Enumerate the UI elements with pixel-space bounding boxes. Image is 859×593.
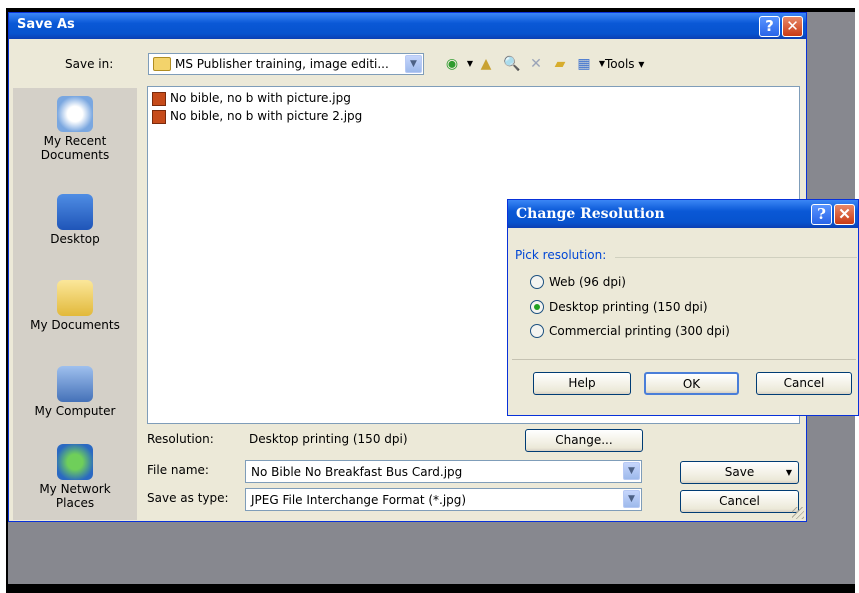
jpg-file-icon xyxy=(152,92,166,106)
folder-icon xyxy=(153,57,171,71)
network-places-icon xyxy=(57,444,93,480)
place-desktop[interactable]: Desktop xyxy=(13,194,137,246)
search-web-icon[interactable]: 🔍 xyxy=(503,55,521,73)
file-name: No bible, no b with picture 2.jpg xyxy=(170,109,363,123)
delete-icon[interactable]: ✕ xyxy=(527,55,545,73)
radio-commercial-printing[interactable]: Commercial printing (300 dpi) xyxy=(530,324,730,338)
file-name: No bible, no b with picture.jpg xyxy=(170,91,351,105)
desktop-icon xyxy=(57,194,93,230)
place-label: My Documents xyxy=(30,318,120,332)
close-icon[interactable]: ✕ xyxy=(782,16,803,37)
pick-resolution-label: Pick resolution: xyxy=(515,248,607,262)
file-name-field[interactable]: No Bible No Breakfast Bus Card.jpg ▼ xyxy=(245,460,642,483)
place-label: My Network Places xyxy=(39,482,111,510)
recent-documents-icon xyxy=(57,96,93,132)
radio-button-selected[interactable] xyxy=(530,300,544,314)
radio-label: Commercial printing (300 dpi) xyxy=(549,324,730,338)
help-button[interactable]: Help xyxy=(533,372,631,395)
save-options-chevron-icon[interactable]: ▼ xyxy=(786,462,792,483)
chevron-down-icon[interactable]: ▼ xyxy=(623,462,640,480)
up-folder-icon[interactable]: ▲ xyxy=(477,55,495,73)
radio-button[interactable] xyxy=(530,324,544,338)
radio-web[interactable]: Web (96 dpi) xyxy=(530,275,626,289)
cancel-button[interactable]: Cancel xyxy=(680,490,799,513)
jpg-file-icon xyxy=(152,110,166,124)
save-button[interactable]: Save ▼ xyxy=(680,461,799,484)
save-as-titlebar[interactable]: Save As ? ✕ xyxy=(9,13,806,39)
save-in-value: MS Publisher training, image editi... xyxy=(175,57,389,71)
place-my-computer[interactable]: My Computer xyxy=(13,366,137,418)
my-documents-icon xyxy=(57,280,93,316)
list-item[interactable]: No bible, no b with picture 2.jpg xyxy=(152,109,363,124)
file-name-value: No Bible No Breakfast Bus Card.jpg xyxy=(251,465,463,479)
help-icon[interactable]: ? xyxy=(811,204,832,225)
places-bar: My Recent Documents Desktop My Documents… xyxy=(13,88,137,520)
save-as-title: Save As xyxy=(17,17,75,32)
ok-button[interactable]: OK xyxy=(644,372,739,395)
tools-label: Tools xyxy=(605,57,635,71)
list-item[interactable]: No bible, no b with picture.jpg xyxy=(152,91,351,106)
help-icon[interactable]: ? xyxy=(759,16,780,37)
change-resolution-dialog: Change Resolution ? ✕ Pick resolution: W… xyxy=(507,199,859,416)
resize-grip[interactable] xyxy=(792,507,804,519)
file-name-label: File name: xyxy=(147,463,209,477)
save-as-type-dropdown[interactable]: JPEG File Interchange Format (*.jpg) ▼ xyxy=(245,488,642,511)
change-resolution-titlebar[interactable]: Change Resolution ? ✕ xyxy=(508,200,858,228)
radio-button[interactable] xyxy=(530,275,544,289)
place-network-places[interactable]: My Network Places xyxy=(13,444,137,510)
new-folder-icon[interactable]: ▰ xyxy=(551,55,569,73)
save-as-type-value: JPEG File Interchange Format (*.jpg) xyxy=(251,493,467,507)
radio-label: Web (96 dpi) xyxy=(549,275,626,289)
resolution-label: Resolution: xyxy=(147,432,214,446)
radio-label: Desktop printing (150 dpi) xyxy=(549,300,708,314)
place-my-documents[interactable]: My Documents xyxy=(13,280,137,332)
chevron-down-icon[interactable]: ▼ xyxy=(405,55,422,73)
change-button[interactable]: Change... xyxy=(525,429,643,452)
back-icon[interactable]: ◉ xyxy=(443,55,461,73)
group-divider xyxy=(615,257,857,258)
radio-desktop-printing[interactable]: Desktop printing (150 dpi) xyxy=(530,300,708,314)
separator xyxy=(512,359,856,360)
place-label: Desktop xyxy=(50,232,100,246)
my-computer-icon xyxy=(57,366,93,402)
place-recent-documents[interactable]: My Recent Documents xyxy=(13,96,137,162)
tools-menu[interactable]: Tools ▾ xyxy=(605,57,644,71)
place-label: My Computer xyxy=(34,404,116,418)
change-resolution-title: Change Resolution xyxy=(516,206,665,222)
cancel-button[interactable]: Cancel xyxy=(756,372,852,395)
save-in-dropdown[interactable]: MS Publisher training, image editi... ▼ xyxy=(148,53,424,75)
chevron-down-icon[interactable]: ▼ xyxy=(623,490,640,508)
close-icon[interactable]: ✕ xyxy=(834,204,855,225)
save-as-type-label: Save as type: xyxy=(147,491,229,505)
views-icon[interactable]: ▦ xyxy=(575,55,593,73)
save-in-label: Save in: xyxy=(65,57,114,71)
place-label: My Recent Documents xyxy=(40,134,110,162)
save-label: Save xyxy=(724,465,755,479)
resolution-value: Desktop printing (150 dpi) xyxy=(249,432,408,446)
